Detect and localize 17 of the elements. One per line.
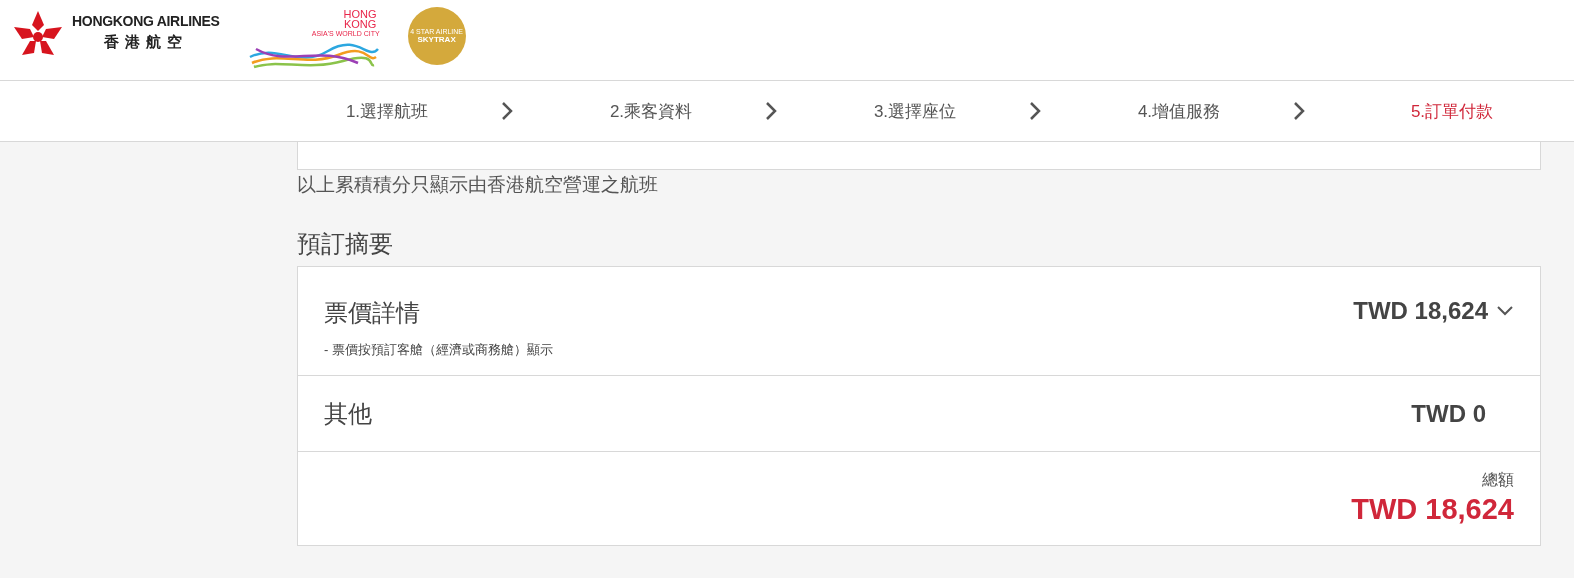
airline-name: HONGKONG AIRLINES xyxy=(72,13,220,29)
step-tab[interactable]: 1.選擇航班 xyxy=(254,99,500,123)
row-label: 票價詳情 xyxy=(324,298,421,328)
section-title: 預訂摘要 xyxy=(297,229,394,259)
step-tab[interactable]: 4.增值服務 xyxy=(1046,99,1292,123)
city-logo-text: HONG KONG xyxy=(343,9,377,29)
step-tab[interactable]: 2.乘客資料 xyxy=(518,99,764,123)
row-label: 其他 xyxy=(324,399,372,429)
airline-name-chinese: 香港航空 xyxy=(103,33,188,52)
total-label: 總額 xyxy=(1482,470,1514,490)
fare-amount[interactable]: TWD 18,624 xyxy=(1353,267,1514,325)
step-tab[interactable]: 3.選擇座位 xyxy=(782,99,1028,123)
fare-note: - 票價按預訂客艙（經濟或商務艙）顯示 xyxy=(324,341,553,359)
other-amount: TWD 0 xyxy=(1411,399,1487,428)
miles-note: 以上累積積分只顯示由香港航空營運之航班 xyxy=(297,173,659,197)
total-amount: TWD 18,624 xyxy=(1351,493,1514,526)
step-tab[interactable]: 5.訂單付款 xyxy=(1310,99,1574,123)
